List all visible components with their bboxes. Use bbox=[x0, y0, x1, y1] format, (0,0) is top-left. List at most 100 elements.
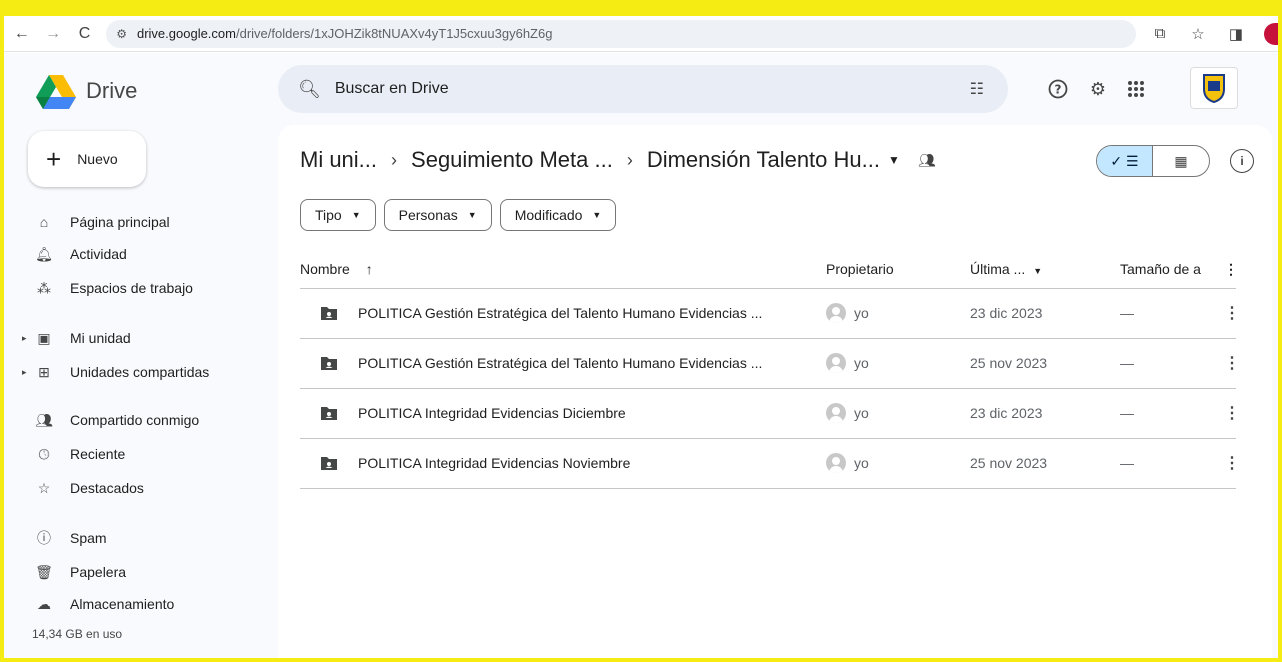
breadcrumb-item-seguimiento[interactable]: Seguimiento Meta ... bbox=[411, 147, 613, 173]
column-header-size[interactable]: Tamaño de a bbox=[1120, 261, 1201, 277]
modified-date: 25 nov 2023 bbox=[970, 455, 1048, 471]
breadcrumb-item-my-drive[interactable]: Mi uni... bbox=[300, 147, 377, 173]
sidebar-item-home[interactable]: ⌂ Página principal bbox=[22, 207, 278, 237]
shared-folder-icon bbox=[321, 407, 337, 420]
table-row[interactable]: POLITICA Gestión Estratégica del Talento… bbox=[300, 339, 1240, 389]
clock-icon: 🕓︎ bbox=[38, 445, 50, 462]
svg-text:?: ? bbox=[1055, 83, 1062, 97]
expand-caret-icon[interactable]: ▸ bbox=[22, 367, 27, 378]
drive-logo-icon bbox=[36, 75, 76, 109]
back-arrow-icon[interactable]: ← bbox=[8, 20, 35, 48]
profile-avatar-icon[interactable] bbox=[1264, 22, 1279, 45]
sidebar-item-label: Espacios de trabajo bbox=[70, 280, 193, 296]
sidebar-item-label: Almacenamiento bbox=[70, 596, 175, 612]
breadcrumb: Mi uni... › Seguimiento Meta ... › Dimen… bbox=[300, 147, 936, 173]
more-options-icon[interactable]: ⋮ bbox=[1224, 261, 1238, 278]
owner-name: yo bbox=[854, 455, 869, 471]
sidebar-item-recent[interactable]: 🕓︎ Reciente bbox=[22, 439, 278, 469]
sidebar-item-workspaces[interactable]: ⁂ Espacios de trabajo bbox=[22, 273, 278, 303]
search-placeholder: Buscar en Drive bbox=[334, 80, 449, 97]
filter-chip-type[interactable]: Tipo ▼ bbox=[300, 199, 376, 231]
more-options-icon[interactable]: ⋮ bbox=[1224, 303, 1240, 323]
search-icon[interactable]: 🔍︎ bbox=[298, 79, 321, 100]
trash-icon: 🗑︎ bbox=[35, 563, 53, 580]
sidebar-item-trash[interactable]: 🗑︎ Papelera bbox=[22, 557, 278, 587]
bookmark-star-icon[interactable]: ☆ bbox=[1184, 20, 1212, 48]
shared-folder-icon[interactable]: 👥︎ bbox=[918, 152, 936, 169]
expand-caret-icon[interactable]: ▸ bbox=[22, 333, 27, 344]
help-icon[interactable]: ? bbox=[1044, 75, 1072, 103]
view-toggle: ✓ ☰ ▦ bbox=[1096, 145, 1210, 177]
sidebar-item-starred[interactable]: ☆ Destacados bbox=[22, 473, 278, 503]
filter-chip-modified[interactable]: Modificado ▼ bbox=[499, 199, 617, 231]
plus-icon: + bbox=[46, 144, 62, 174]
sidebar-item-my-drive[interactable]: ▸ ▣ Mi unidad bbox=[22, 323, 278, 353]
bell-icon: 🔔︎ bbox=[35, 245, 53, 262]
column-header-owner[interactable]: Propietario bbox=[826, 261, 894, 277]
address-bar[interactable]: ⚙ drive.google.com/drive/folders/1xJOHZi… bbox=[106, 19, 1137, 48]
site-settings-icon[interactable]: ⚙ bbox=[116, 27, 127, 41]
sidebar-item-storage[interactable]: ☁ Almacenamiento bbox=[22, 589, 278, 619]
arrow-up-icon[interactable]: ↑ bbox=[366, 261, 373, 277]
star-icon: ☆ bbox=[37, 479, 51, 496]
spam-icon: ⓘ bbox=[37, 530, 51, 546]
modified-date: 25 nov 2023 bbox=[970, 355, 1048, 371]
apps-grid-icon[interactable] bbox=[1122, 75, 1150, 103]
chevron-right-icon: › bbox=[391, 149, 398, 170]
account-avatar[interactable] bbox=[1190, 67, 1238, 109]
owner-avatar bbox=[826, 303, 846, 323]
owner-name: yo bbox=[854, 355, 869, 371]
sidebar-item-shared-with-me[interactable]: 👥︎ Compartido conmigo bbox=[22, 405, 278, 435]
more-options-icon[interactable]: ⋮ bbox=[1224, 453, 1240, 473]
people-icon: 👥︎ bbox=[35, 411, 53, 428]
info-icon[interactable]: i bbox=[1230, 149, 1254, 173]
sidebar-item-shared-drives[interactable]: ▸ ⊞ Unidades compartidas bbox=[22, 357, 278, 387]
sidebar-item-label: Actividad bbox=[70, 246, 127, 262]
file-name: POLITICA Gestión Estratégica del Talento… bbox=[358, 355, 763, 371]
shared-folder-icon bbox=[321, 307, 337, 320]
search-bar[interactable]: 🔍︎ Buscar en Drive ☷ bbox=[278, 65, 1008, 113]
search-options-icon[interactable]: ☷ bbox=[970, 79, 984, 99]
column-header-modified[interactable]: Última ... ▼ bbox=[970, 261, 1042, 277]
list-view-button[interactable]: ✓ ☰ bbox=[1097, 146, 1154, 176]
owner-avatar bbox=[826, 353, 846, 373]
chip-label: Personas bbox=[398, 207, 458, 223]
drive-app: Drive 🔍︎ Buscar en Drive ☷ ? ⚙ + Nuevo ⌂… bbox=[4, 53, 1278, 658]
modified-date: 23 dic 2023 bbox=[970, 405, 1043, 421]
reload-icon[interactable]: C bbox=[71, 20, 98, 48]
filter-chip-people[interactable]: Personas ▼ bbox=[383, 199, 492, 231]
owner-name: yo bbox=[854, 305, 869, 321]
chip-label: Tipo bbox=[315, 207, 342, 223]
new-button[interactable]: + Nuevo bbox=[28, 131, 146, 187]
column-header-name[interactable]: Nombre ↑ bbox=[300, 261, 373, 277]
table-row[interactable]: POLITICA Integridad Evidencias Diciembre… bbox=[300, 389, 1240, 439]
app-name: Drive bbox=[86, 78, 138, 103]
sidebar-item-label: Papelera bbox=[70, 564, 127, 580]
filter-chips: Tipo ▼ Personas ▼ Modificado ▼ bbox=[300, 199, 617, 231]
forward-arrow-icon[interactable]: → bbox=[39, 20, 66, 48]
grid-icon: ▦ bbox=[1174, 152, 1188, 169]
url-path: /drive/folders/1xJOHZik8tNUAXv4yT1J5cxuu… bbox=[235, 26, 553, 41]
gear-icon[interactable]: ⚙ bbox=[1084, 75, 1112, 103]
storage-usage-text: 14,34 GB en uso bbox=[32, 627, 123, 641]
owner-avatar bbox=[826, 453, 846, 473]
sidebar-item-label: Compartido conmigo bbox=[70, 412, 200, 428]
sidebar-item-activity[interactable]: 🔔︎ Actividad bbox=[22, 239, 278, 269]
file-size: — bbox=[1120, 455, 1134, 471]
drive-logo[interactable]: Drive bbox=[36, 75, 138, 109]
caret-down-icon[interactable]: ▼ bbox=[888, 153, 900, 167]
new-button-label: Nuevo bbox=[77, 151, 118, 167]
side-panel-icon[interactable]: ◨ bbox=[1222, 20, 1250, 48]
install-app-icon[interactable]: ⧉ bbox=[1146, 20, 1174, 48]
caret-down-icon: ▼ bbox=[592, 210, 602, 220]
grid-view-button[interactable]: ▦ bbox=[1153, 146, 1209, 176]
workspaces-icon: ⁂ bbox=[37, 279, 51, 296]
sidebar-item-label: Reciente bbox=[70, 446, 126, 462]
more-options-icon[interactable]: ⋮ bbox=[1224, 353, 1240, 373]
table-row[interactable]: POLITICA Integridad Evidencias Noviembre… bbox=[300, 439, 1240, 489]
more-options-icon[interactable]: ⋮ bbox=[1224, 403, 1240, 423]
sidebar-item-label: Destacados bbox=[70, 480, 144, 496]
sidebar-item-spam[interactable]: ⓘ Spam bbox=[22, 523, 278, 553]
table-row[interactable]: POLITICA Gestión Estratégica del Talento… bbox=[300, 289, 1240, 339]
breadcrumb-item-current-folder[interactable]: Dimensión Talento Hu... bbox=[647, 147, 880, 173]
